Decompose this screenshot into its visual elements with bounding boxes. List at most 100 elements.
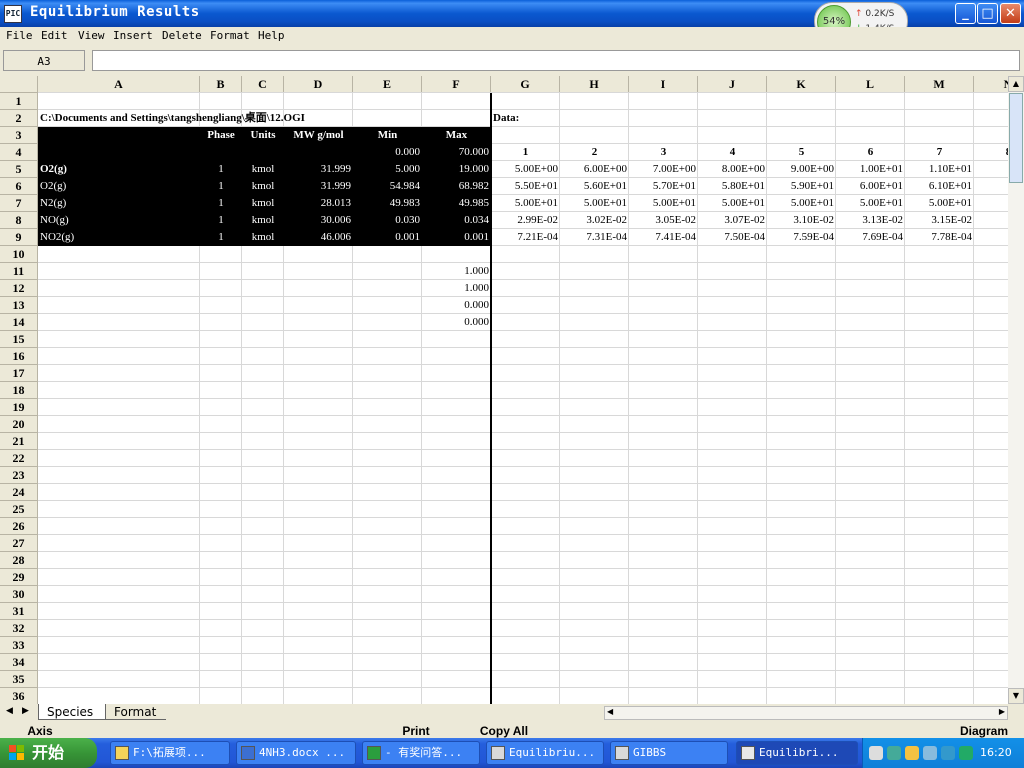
species-data-cell[interactable]: 5.00E+01	[629, 195, 698, 212]
cell-reference-box[interactable]: A3	[3, 50, 85, 71]
row-header-15[interactable]: 15	[0, 331, 38, 348]
network-icon[interactable]	[941, 746, 955, 760]
species-data-cell[interactable]: 7.41E-04	[629, 229, 698, 246]
species-data-cell[interactable]: 7.59E-04	[767, 229, 836, 246]
row-header-13[interactable]: 13	[0, 297, 38, 314]
species-data-cell[interactable]: 6.2	[974, 178, 1008, 195]
species-phase-cell[interactable]: 1	[200, 178, 242, 195]
species-header-2[interactable]: Units	[242, 127, 284, 144]
species-header-1[interactable]: Phase	[200, 127, 242, 144]
species-max-cell[interactable]: 0.001	[422, 229, 491, 246]
vertical-scroll-thumb[interactable]	[1009, 93, 1023, 183]
species-data-cell[interactable]: 5.00E+01	[836, 195, 905, 212]
species-data-cell[interactable]: 5.00E+01	[767, 195, 836, 212]
minimize-button[interactable]: _	[955, 3, 976, 24]
taskbar-item-1[interactable]: 4NH3.docx ...	[236, 741, 356, 765]
species-header-5[interactable]: Max	[422, 127, 491, 144]
ime-icon[interactable]	[923, 746, 937, 760]
species-data-cell[interactable]: 7.21E-04	[491, 229, 560, 246]
select-all-corner[interactable]	[0, 76, 38, 93]
back-icon[interactable]	[887, 746, 901, 760]
taskbar-item-2[interactable]: - 有奖问答...	[362, 741, 480, 765]
data-index-cell[interactable]: 2	[560, 144, 629, 161]
species-data-cell[interactable]: 7.69E-04	[836, 229, 905, 246]
menu-help[interactable]: Help	[258, 29, 285, 42]
species-data-cell[interactable]: 5.00E+01	[698, 195, 767, 212]
column-header-L[interactable]: L	[836, 76, 905, 93]
tab-species[interactable]: Species	[38, 704, 106, 720]
menu-insert[interactable]: Insert	[113, 29, 153, 42]
vertical-scrollbar[interactable]: ▲ ▼	[1008, 76, 1024, 704]
species-name-cell[interactable]: N2(g)	[38, 195, 200, 212]
species-data-cell[interactable]: 5.00E+01	[560, 195, 629, 212]
horizontal-scrollbar[interactable]: ◀ ▶	[604, 706, 1008, 720]
diagram-button[interactable]: Diagram	[944, 724, 1024, 738]
menu-format[interactable]: Format	[210, 29, 250, 42]
formula-input[interactable]	[92, 50, 1020, 71]
species-phase-cell[interactable]: 1	[200, 229, 242, 246]
species-data-cell[interactable]: 1.00E+01	[836, 161, 905, 178]
species-mw-cell[interactable]: 46.006	[284, 229, 353, 246]
row-header-35[interactable]: 35	[0, 671, 38, 688]
column-header-H[interactable]: H	[560, 76, 629, 93]
security-shield-icon[interactable]	[959, 746, 973, 760]
row-header-11[interactable]: 11	[0, 263, 38, 280]
row-header-6[interactable]: 6	[0, 178, 38, 195]
row-header-17[interactable]: 17	[0, 365, 38, 382]
species-data-cell[interactable]: 9.00E+00	[767, 161, 836, 178]
column-header-J[interactable]: J	[698, 76, 767, 93]
species-data-cell[interactable]: 5.00E+01	[491, 195, 560, 212]
range-min-cell[interactable]: 0.000	[353, 144, 422, 161]
row-header-9[interactable]: 9	[0, 229, 38, 246]
species-min-cell[interactable]: 0.030	[353, 212, 422, 229]
species-data-cell[interactable]: 1.10E+01	[905, 161, 974, 178]
f-value-cell[interactable]: 0.000	[422, 314, 491, 331]
row-header-28[interactable]: 28	[0, 552, 38, 569]
species-min-cell[interactable]: 0.001	[353, 229, 422, 246]
qq-icon[interactable]	[905, 746, 919, 760]
species-data-cell[interactable]: 5.50E+01	[491, 178, 560, 195]
species-header-3[interactable]: MW g/mol	[284, 127, 353, 144]
row-header-31[interactable]: 31	[0, 603, 38, 620]
species-phase-cell[interactable]: 1	[200, 161, 242, 178]
axis-button[interactable]: Axis	[0, 724, 80, 738]
species-data-cell[interactable]: 3.13E-02	[836, 212, 905, 229]
row-header-27[interactable]: 27	[0, 535, 38, 552]
species-data-cell[interactable]: 1.2	[974, 161, 1008, 178]
species-header-0[interactable]	[38, 127, 200, 144]
row-header-34[interactable]: 34	[0, 654, 38, 671]
row-header-25[interactable]: 25	[0, 501, 38, 518]
species-data-cell[interactable]: 6.10E+01	[905, 178, 974, 195]
row-header-21[interactable]: 21	[0, 433, 38, 450]
tab-format[interactable]: Format	[106, 704, 166, 720]
species-units-cell[interactable]: kmol	[242, 195, 284, 212]
species-data-cell[interactable]: 2.99E-02	[491, 212, 560, 229]
species-units-cell[interactable]: kmol	[242, 212, 284, 229]
column-header-K[interactable]: K	[767, 76, 836, 93]
species-name-cell[interactable]: NO(g)	[38, 212, 200, 229]
species-data-cell[interactable]: 7.00E+00	[629, 161, 698, 178]
range-max-cell[interactable]: 70.000	[422, 144, 491, 161]
species-data-cell[interactable]: 5.90E+01	[767, 178, 836, 195]
species-phase-cell[interactable]: 1	[200, 212, 242, 229]
row-header-18[interactable]: 18	[0, 382, 38, 399]
row-header-10[interactable]: 10	[0, 246, 38, 263]
species-max-cell[interactable]: 68.982	[422, 178, 491, 195]
species-data-cell[interactable]: 3.07E-02	[698, 212, 767, 229]
row-header-22[interactable]: 22	[0, 450, 38, 467]
species-data-cell[interactable]: 7.8	[974, 229, 1008, 246]
keyboard-icon[interactable]	[869, 746, 883, 760]
row-header-20[interactable]: 20	[0, 416, 38, 433]
species-data-cell[interactable]: 5.60E+01	[560, 178, 629, 195]
species-blank-cell[interactable]	[242, 144, 284, 161]
species-data-cell[interactable]: 3.15E-02	[905, 212, 974, 229]
row-header-29[interactable]: 29	[0, 569, 38, 586]
data-index-cell[interactable]: 5	[767, 144, 836, 161]
row-header-1[interactable]: 1	[0, 93, 38, 110]
close-button[interactable]: ✕	[1000, 3, 1021, 24]
scroll-down-icon[interactable]: ▼	[1008, 688, 1024, 704]
column-header-F[interactable]: F	[422, 76, 491, 93]
row-header-36[interactable]: 36	[0, 688, 38, 704]
species-data-cell[interactable]: 8.00E+00	[698, 161, 767, 178]
species-mw-cell[interactable]: 28.013	[284, 195, 353, 212]
